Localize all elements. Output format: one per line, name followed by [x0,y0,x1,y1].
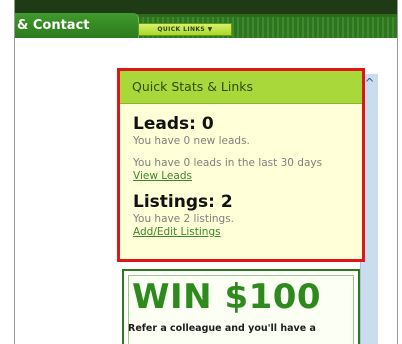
quick-stats-body: Leads: 0 You have 0 new leads. You have … [120,104,362,239]
nav-tab-contact[interactable]: & Contact [15,13,139,38]
leads-new-text: You have 0 new leads. [133,135,250,147]
quick-stats-panel: Quick Stats & Links Leads: 0 You have 0 … [117,68,365,262]
quick-links-button[interactable]: QUICK LINKS ▼ [138,23,232,36]
add-edit-listings-link[interactable]: Add/Edit Listings [133,226,362,239]
listings-title: Listings: 2 [133,192,233,212]
promo-title: WIN $100 [132,277,322,317]
leads-30days-text: You have 0 leads in the last 30 days [133,157,323,169]
quick-stats-header: Quick Stats & Links [120,71,362,104]
referral-promo-banner[interactable]: WIN $100 Refer a colleague and you'll ha… [122,269,360,344]
promo-text: Refer a colleague and you'll have a [128,323,316,334]
listings-count-text: You have 2 listings. [133,213,235,225]
view-leads-link[interactable]: View Leads [133,170,362,183]
nav-top-strip [15,0,397,14]
leads-title: Leads: 0 [133,114,214,134]
